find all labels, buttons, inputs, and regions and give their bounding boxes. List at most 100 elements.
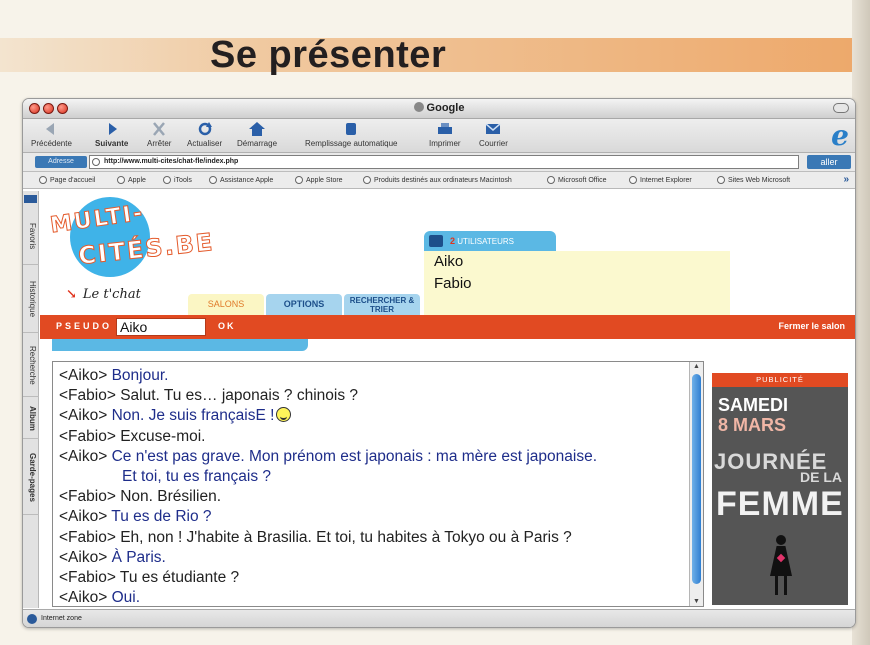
tab-salons[interactable]: SALONS: [188, 294, 264, 315]
pseudo-label: PSEUDO: [56, 321, 113, 331]
chat-speaker: <Fabio>: [59, 387, 116, 405]
chat-scrollbar[interactable]: ▲ ▼: [689, 362, 703, 606]
refresh-label: Actualiser: [187, 139, 223, 148]
sidebar-tab-garde-pages[interactable]: Garde-pages: [23, 441, 39, 515]
autofill-icon: [346, 123, 357, 135]
favorite-label: Sites Web Microsoft: [728, 177, 791, 184]
favorite-label: iTools: [174, 177, 192, 184]
favorite-link[interactable]: Microsoft Office: [547, 176, 607, 184]
explorer-sidebar: Favoris Historique Recherche Album Garde…: [23, 191, 39, 608]
sidebar-tab-favoris[interactable]: Favoris: [23, 209, 39, 265]
sidebar-tab-album[interactable]: Album: [23, 399, 39, 439]
users-label: UTILISATEURS: [457, 237, 514, 246]
browser-window: Google Précédente Suivante Arrêter Actua…: [22, 98, 856, 628]
favorite-link[interactable]: Produits destinés aux ordinateurs Macint…: [363, 176, 512, 184]
scroll-down-icon[interactable]: ▼: [693, 598, 700, 605]
chat-speaker: <Aiko>: [59, 548, 108, 566]
favorite-link[interactable]: Sites Web Microsoft: [717, 176, 790, 184]
favorite-globe-icon: [117, 176, 125, 184]
refresh-button[interactable]: Actualiser: [187, 121, 222, 148]
ad-date: 8 MARS: [718, 415, 787, 435]
forward-button[interactable]: Suivante: [95, 121, 128, 148]
favorite-link[interactable]: Internet Explorer: [629, 176, 692, 184]
home-label: Démarrage: [237, 139, 278, 148]
chat-speaker: <Fabio>: [59, 528, 116, 546]
favorite-globe-icon: [363, 176, 371, 184]
tab-options[interactable]: OPTIONS: [266, 294, 342, 315]
chat-message: <Fabio> Non. Brésilien.: [59, 487, 687, 507]
favorite-link[interactable]: Page d'accueil: [39, 176, 95, 184]
autofill-button[interactable]: Remplissage automatique: [305, 121, 398, 148]
chevron-more-icon[interactable]: »: [843, 174, 849, 185]
chat-header-strip: [52, 339, 308, 351]
users-header: 2 UTILISATEURS: [424, 231, 556, 251]
chat-message-text: Et toi, tu es français ?: [122, 468, 272, 486]
back-arrow-icon: [46, 123, 55, 135]
chat-message-text: Tu es étudiante ?: [119, 569, 240, 587]
chat-message-text: Non. Je suis françaisE !: [111, 407, 275, 425]
scroll-up-icon[interactable]: ▲: [693, 363, 700, 370]
favorite-link[interactable]: Apple: [117, 176, 146, 184]
chat-message-text: À Paris.: [111, 548, 166, 566]
site-logo[interactable]: MULTI- CITÉS.BE: [48, 197, 248, 279]
favorite-globe-icon: [717, 176, 725, 184]
chat-message: <Fabio> Excuse-moi.: [59, 427, 687, 447]
window-titlebar: Google: [23, 99, 855, 119]
page-favicon-icon: [92, 158, 100, 166]
tab-rechercher-trier[interactable]: RECHERCHER & TRIER: [344, 294, 420, 315]
favorite-label: Apple: [128, 177, 146, 184]
address-bar: Adresse http://www.multi-cites/chat-fle/…: [23, 153, 855, 172]
autofill-label: Remplissage automatique: [305, 139, 398, 148]
print-button[interactable]: Imprimer: [429, 121, 461, 148]
internet-zone-icon: [27, 614, 37, 624]
forward-label: Suivante: [95, 139, 129, 148]
print-label: Imprimer: [429, 139, 461, 148]
window-title-text: Google: [426, 102, 465, 114]
scroll-thumb[interactable]: [692, 374, 701, 584]
sidebar-tab-historique[interactable]: Historique: [23, 267, 39, 333]
site-tagline: ↘ Le t'chat: [66, 287, 141, 302]
mail-label: Courrier: [479, 139, 508, 148]
chat-message-continuation: Et toi, tu es français ?: [59, 467, 687, 487]
refresh-icon: [198, 122, 212, 136]
chat-transcript[interactable]: <Aiko> Bonjour. <Fabio> Salut. Tu es… jap…: [52, 361, 704, 607]
chat-speaker: <Fabio>: [59, 488, 116, 506]
chat-message-text: Non. Brésilien.: [120, 488, 221, 506]
chat-speaker: <Aiko>: [59, 589, 108, 607]
address-label: Adresse: [35, 156, 87, 168]
chat-lines: <Aiko> Bonjour. <Fabio> Salut. Tu es… jap…: [59, 366, 687, 607]
toolbar-toggle-icon[interactable]: [833, 103, 849, 113]
user-list-item[interactable]: Aiko: [434, 253, 463, 270]
print-icon: [437, 123, 452, 134]
back-button[interactable]: Précédente: [31, 121, 72, 148]
stop-label: Arrêter: [147, 139, 172, 148]
chat-message: <Fabio> Eh, non ! J'habite à Brasilia. E…: [59, 528, 687, 548]
home-button[interactable]: Démarrage: [237, 121, 277, 148]
close-salon-link[interactable]: Fermer le salon: [778, 321, 845, 331]
chat-speaker: <Aiko>: [59, 447, 108, 465]
ad-de-la: DE LA: [800, 469, 842, 485]
go-button[interactable]: aller: [807, 155, 851, 169]
advertisement-banner[interactable]: PUBLICITÉ SAMEDI 8 MARS JOURNÉE DE LA FE…: [712, 373, 848, 605]
sidebar-tab-recherche[interactable]: Recherche: [23, 335, 39, 397]
favorite-label: Assistance Apple: [220, 177, 274, 184]
sidebar-toggle-icon[interactable]: [24, 195, 37, 203]
chat-message: <Fabio> Tu es étudiante ?: [59, 568, 687, 588]
url-input[interactable]: http://www.multi-cites/chat-fle/index.ph…: [89, 155, 799, 169]
ok-button[interactable]: OK: [218, 321, 236, 331]
favorite-link[interactable]: Apple Store: [295, 176, 343, 184]
chat-message-text: Oui.: [111, 589, 141, 607]
users-arrow-icon: [429, 235, 443, 247]
mail-button[interactable]: Courrier: [479, 121, 508, 148]
ad-day: SAMEDI: [718, 395, 789, 415]
favorite-label: Produits destinés aux ordinateurs Macint…: [374, 177, 512, 184]
page-title: Se présenter: [210, 34, 447, 76]
favorite-link[interactable]: Assistance Apple: [209, 176, 273, 184]
stop-button[interactable]: Arrêter: [147, 121, 171, 148]
url-text: http://www.multi-cites/chat-fle/index.ph…: [104, 158, 239, 165]
favorite-label: Internet Explorer: [640, 177, 692, 184]
favorite-link[interactable]: iTools: [163, 176, 192, 184]
pseudo-input[interactable]: Aiko: [116, 318, 206, 336]
chat-message-text: Bonjour.: [111, 367, 169, 384]
user-list-item[interactable]: Fabio: [434, 275, 472, 292]
